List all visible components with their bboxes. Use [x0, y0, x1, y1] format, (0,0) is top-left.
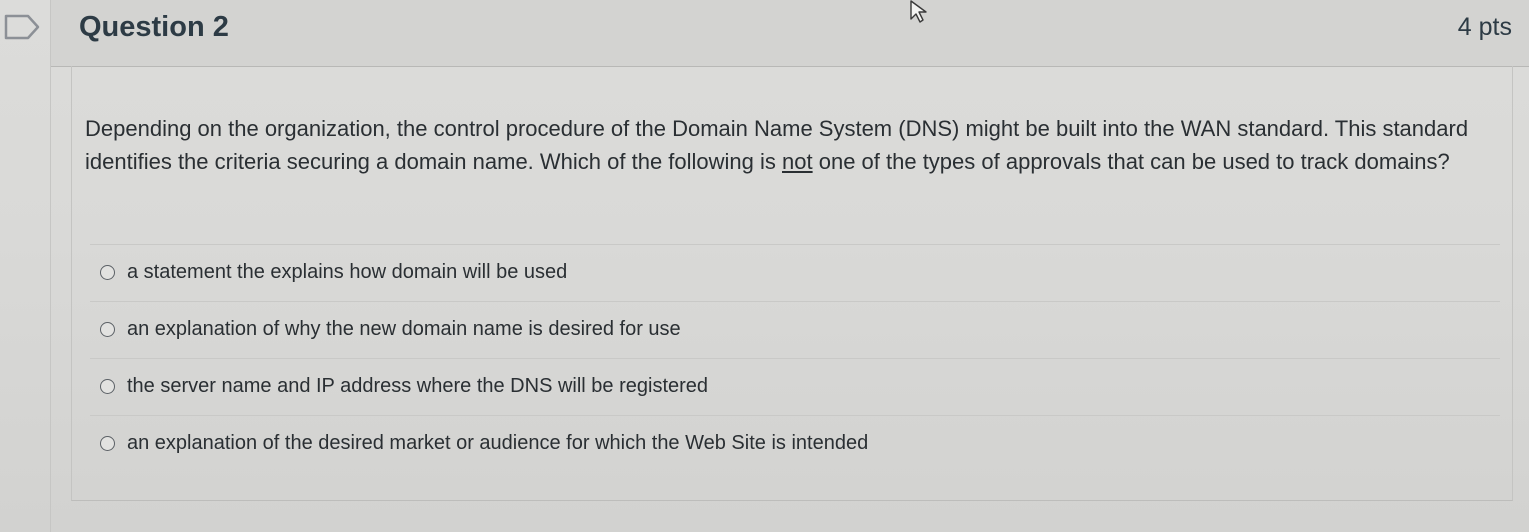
question-text-part: one of the types of approvals that can b…: [812, 149, 1450, 174]
flag-question-icon[interactable]: [2, 12, 42, 42]
answer-option[interactable]: a statement the explains how domain will…: [90, 244, 1500, 301]
question-card: Question 2 4 pts Depending on the organi…: [50, 0, 1529, 532]
radio-button[interactable]: [100, 379, 115, 394]
quiz-page: Question 2 4 pts Depending on the organi…: [0, 0, 1529, 532]
answer-option[interactable]: an explanation of why the new domain nam…: [90, 301, 1500, 358]
question-emphasis: not: [782, 149, 813, 174]
mouse-pointer-icon: [909, 0, 931, 24]
radio-button[interactable]: [100, 265, 115, 280]
answer-option[interactable]: an explanation of the desired market or …: [90, 415, 1500, 472]
radio-button[interactable]: [100, 436, 115, 451]
answer-label[interactable]: a statement the explains how domain will…: [127, 261, 567, 284]
question-body: Depending on the organization, the contr…: [71, 66, 1513, 501]
answer-option[interactable]: the server name and IP address where the…: [90, 358, 1500, 415]
answer-list: a statement the explains how domain will…: [90, 244, 1500, 472]
question-title: Question 2: [79, 11, 229, 43]
question-points: 4 pts: [1457, 13, 1512, 41]
radio-button[interactable]: [100, 322, 115, 337]
question-text: Depending on the organization, the contr…: [85, 112, 1485, 178]
answer-label[interactable]: an explanation of the desired market or …: [127, 432, 868, 455]
answer-label[interactable]: an explanation of why the new domain nam…: [127, 318, 681, 341]
answer-label[interactable]: the server name and IP address where the…: [127, 375, 708, 398]
question-header: Question 2 4 pts: [51, 0, 1529, 67]
